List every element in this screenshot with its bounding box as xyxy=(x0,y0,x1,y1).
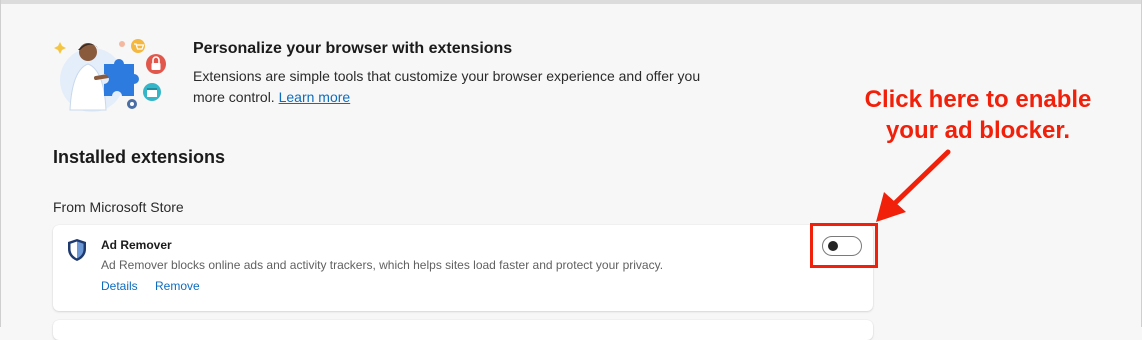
banner-title: Personalize your browser with extensions xyxy=(193,40,513,57)
extensions-page: Personalize your browser with extensions… xyxy=(0,0,1142,340)
remove-link[interactable]: Remove xyxy=(155,279,200,293)
extension-name: Ad Remover xyxy=(101,238,172,252)
banner-description-text: Extensions are simple tools that customi… xyxy=(193,68,701,105)
annotation-line-2: your ad blocker. xyxy=(885,117,1071,144)
top-border xyxy=(0,0,1142,4)
annotation-arrow-icon xyxy=(876,149,951,222)
annotation-line-1: Click here to enable xyxy=(864,86,1092,113)
extension-description: Ad Remover blocks online ads and activit… xyxy=(101,258,664,272)
learn-more-link[interactable]: Learn more xyxy=(279,89,351,105)
left-border xyxy=(0,0,1,327)
shield-icon xyxy=(68,239,86,261)
annotation-highlight-box xyxy=(810,223,878,268)
extension-card-ad-remover: Ad Remover Ad Remover blocks online ads … xyxy=(53,225,873,311)
details-link[interactable]: Details xyxy=(101,279,138,293)
annotation-text: Click here to enable your ad blocker. xyxy=(820,84,1136,146)
banner-description: Extensions are simple tools that customi… xyxy=(193,66,733,108)
extensions-illustration xyxy=(54,39,166,112)
microsoft-store-heading: From Microsoft Store xyxy=(53,199,184,215)
next-extension-card xyxy=(53,320,873,340)
installed-extensions-heading: Installed extensions xyxy=(53,147,226,167)
